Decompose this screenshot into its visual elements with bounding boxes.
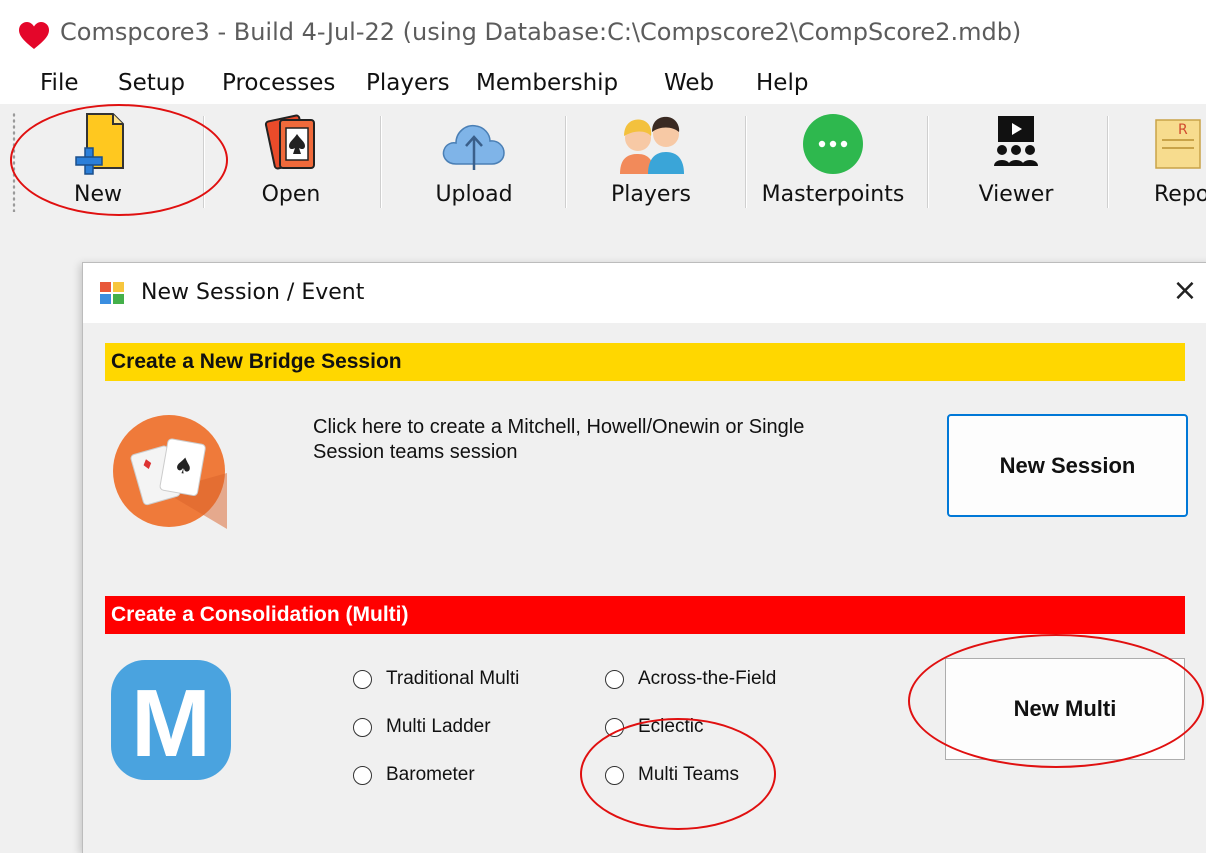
menu-help[interactable]: Help bbox=[756, 66, 808, 100]
dialog-title: New Session / Event bbox=[141, 280, 365, 305]
toolbar: New Open Upload Players Masterpoints Vie… bbox=[0, 104, 1206, 224]
menu-file[interactable]: File bbox=[40, 66, 79, 100]
session-description: Click here to create a Mitchell, Howell/… bbox=[313, 416, 805, 463]
session-heading: Create a New Bridge Session bbox=[105, 343, 1185, 381]
radio-multi-teams[interactable]: Multi Teams bbox=[605, 764, 739, 786]
open-label: Open bbox=[261, 182, 321, 207]
menu-processes[interactable]: Processes bbox=[222, 66, 335, 100]
new-multi-button[interactable]: New Multi bbox=[945, 658, 1185, 760]
radio-across-the-field[interactable]: Across-the-Field bbox=[605, 668, 776, 690]
close-icon[interactable]: × bbox=[1163, 269, 1206, 313]
report-icon: R bbox=[1155, 119, 1201, 169]
radio-label: Eclectic bbox=[638, 716, 704, 737]
cards-icon: ♦ ♠ bbox=[113, 415, 227, 529]
radio-multi-ladder[interactable]: Multi Ladder bbox=[353, 716, 491, 738]
radio-traditional-multi[interactable]: Traditional Multi bbox=[353, 668, 519, 690]
radio-button[interactable] bbox=[605, 669, 624, 689]
players-label: Players bbox=[611, 182, 691, 207]
window-titlebar: Comspcore3 - Build 4-Jul-22 (using Datab… bbox=[0, 0, 1206, 62]
report-button[interactable]: R Repo bbox=[1148, 108, 1206, 216]
upload-button[interactable]: Upload bbox=[418, 108, 530, 216]
radio-label: Multi Teams bbox=[638, 764, 740, 785]
radio-button[interactable] bbox=[353, 717, 372, 737]
toolbar-separator bbox=[745, 116, 746, 208]
radio-eclectic[interactable]: Eclectic bbox=[605, 716, 703, 738]
players-button[interactable]: Players bbox=[598, 108, 704, 216]
more-dots-icon bbox=[803, 114, 863, 174]
menu-setup[interactable]: Setup bbox=[118, 66, 185, 100]
viewer-label: Viewer bbox=[978, 182, 1054, 207]
radio-button[interactable] bbox=[353, 669, 372, 689]
m-letter-icon: M bbox=[111, 660, 231, 780]
radio-button[interactable] bbox=[605, 717, 624, 737]
menu-membership[interactable]: Membership bbox=[476, 66, 618, 100]
open-button[interactable]: Open bbox=[246, 108, 336, 216]
toolbar-separator bbox=[927, 116, 928, 208]
radio-label: Barometer bbox=[386, 764, 475, 785]
masterpoints-button[interactable]: Masterpoints bbox=[758, 108, 908, 216]
radio-label: Multi Ladder bbox=[386, 716, 491, 737]
toolbar-separator bbox=[380, 116, 381, 208]
new-label: New bbox=[74, 182, 122, 207]
viewer-icon bbox=[994, 116, 1038, 166]
viewer-button[interactable]: Viewer bbox=[964, 108, 1068, 216]
upload-label: Upload bbox=[435, 182, 513, 207]
new-document-icon bbox=[75, 113, 124, 175]
new-session-dialog: New Session / Event × Create a New Bridg… bbox=[82, 262, 1206, 853]
menu-bar: File Setup Processes Players Membership … bbox=[0, 62, 1206, 104]
toolbar-separator bbox=[1107, 116, 1108, 208]
heart-icon bbox=[19, 22, 49, 49]
report-label: Repo bbox=[1154, 182, 1206, 207]
svg-text:R: R bbox=[1178, 122, 1188, 138]
toolbar-separator bbox=[203, 116, 204, 208]
toolbar-grip[interactable] bbox=[12, 112, 16, 212]
playing-card-icon bbox=[264, 114, 315, 170]
cloud-upload-icon bbox=[442, 124, 505, 170]
radio-button[interactable] bbox=[605, 765, 624, 785]
window-app-icon bbox=[100, 282, 124, 304]
menu-players[interactable]: Players bbox=[366, 66, 450, 100]
masterpoints-label: Masterpoints bbox=[761, 182, 905, 207]
window-title: Comspcore3 - Build 4-Jul-22 (using Datab… bbox=[60, 18, 1022, 46]
radio-label: Across-the-Field bbox=[638, 668, 777, 689]
toolbar-separator bbox=[565, 116, 566, 208]
radio-barometer[interactable]: Barometer bbox=[353, 764, 475, 786]
multi-heading: Create a Consolidation (Multi) bbox=[105, 596, 1185, 634]
new-button[interactable]: New bbox=[50, 108, 146, 216]
svg-text:M: M bbox=[131, 670, 211, 777]
radio-label: Traditional Multi bbox=[386, 668, 520, 689]
players-icon bbox=[620, 116, 684, 174]
menu-web[interactable]: Web bbox=[664, 66, 714, 100]
new-session-button[interactable]: New Session bbox=[947, 414, 1188, 517]
radio-button[interactable] bbox=[353, 765, 372, 785]
dialog-titlebar: New Session / Event × bbox=[83, 263, 1206, 323]
